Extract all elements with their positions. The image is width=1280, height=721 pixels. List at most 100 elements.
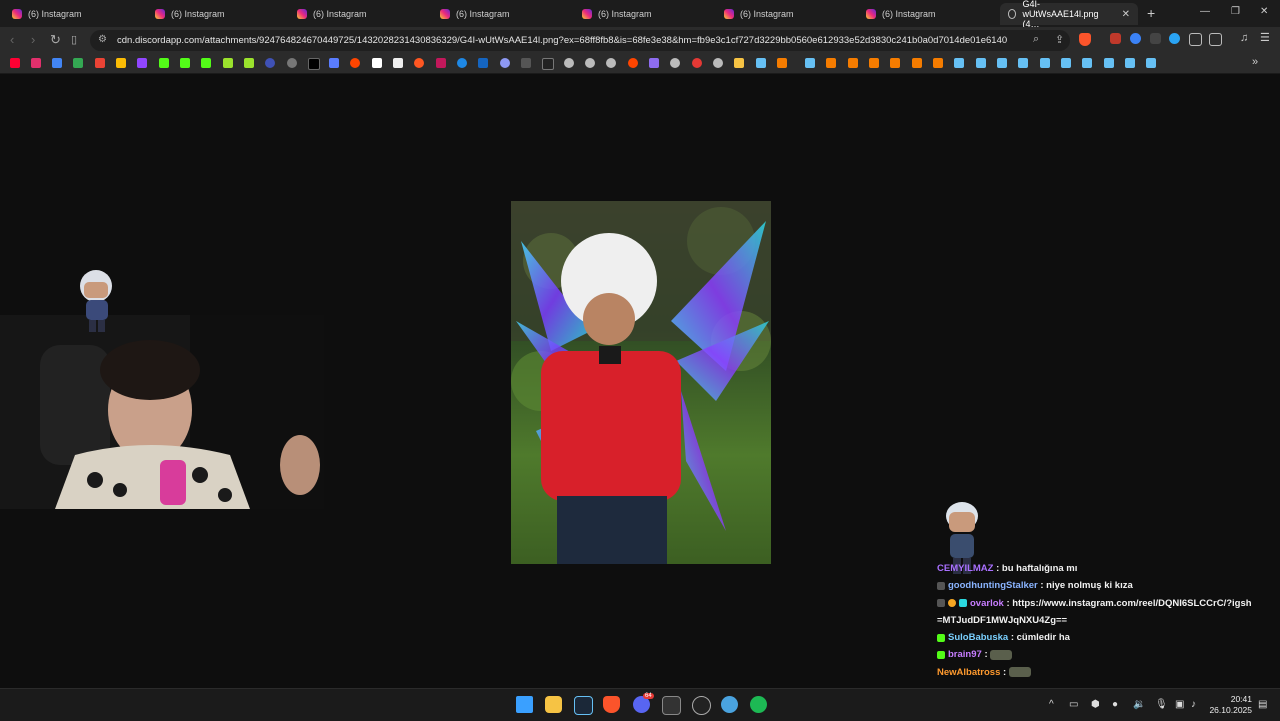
microphone-icon[interactable]: 🎙: [1155, 699, 1168, 710]
close-window-button[interactable]: ✕: [1260, 6, 1268, 17]
tab-image-active[interactable]: G4I-wUtWsAAE14l.png (4… ✕: [1000, 0, 1138, 29]
steam-icon[interactable]: [1104, 58, 1114, 68]
bookmark-icon[interactable]: [265, 58, 275, 68]
extension-icon[interactable]: [1130, 33, 1141, 44]
brave-shields-icon[interactable]: [1079, 33, 1091, 46]
tab-instagram-3[interactable]: (6) Instagram: [297, 3, 367, 25]
bookmark-icon[interactable]: [329, 58, 339, 68]
media-icon[interactable]: ♫: [1240, 32, 1251, 44]
bookmark-icon[interactable]: [52, 58, 62, 68]
maximize-button[interactable]: ❐: [1231, 6, 1240, 17]
bookmark-icon[interactable]: [912, 58, 922, 68]
back-button[interactable]: ‹: [10, 32, 14, 47]
address-bar[interactable]: ⚙ cdn.discordapp.com/attachments/9247648…: [90, 30, 1070, 51]
bookmark-icon[interactable]: [521, 58, 531, 68]
instagram-icon[interactable]: [31, 58, 41, 68]
tab-instagram-6[interactable]: (6) Instagram: [724, 3, 794, 25]
site-settings-icon[interactable]: ⚙: [98, 34, 107, 45]
bookmark-icon[interactable]: [869, 58, 879, 68]
speaker-icon[interactable]: 🔉: [1133, 699, 1145, 710]
file-explorer-icon[interactable]: [545, 696, 562, 713]
new-tab-button[interactable]: +: [1147, 5, 1155, 21]
bookmark-icon[interactable]: [478, 58, 488, 68]
bookmark-icon[interactable]: [393, 58, 403, 68]
zoom-icon[interactable]: ⌕: [1033, 33, 1039, 46]
globe-icon[interactable]: [713, 58, 723, 68]
bookmark-icon[interactable]: [500, 58, 510, 68]
youtube-icon[interactable]: [10, 58, 20, 68]
system-clock[interactable]: 20:41 26.10.2025: [1208, 694, 1252, 716]
bookmark-icon[interactable]: [244, 58, 254, 68]
bookmark-icon[interactable]: [414, 58, 424, 68]
steam-icon[interactable]: [756, 58, 766, 68]
globe-icon[interactable]: [606, 58, 616, 68]
steam-icon[interactable]: [1040, 58, 1050, 68]
steam-icon[interactable]: [1018, 58, 1028, 68]
steam-icon[interactable]: [1125, 58, 1135, 68]
network-icon[interactable]: ▣: [1175, 699, 1184, 710]
bookmark-icon[interactable]: [933, 58, 943, 68]
extension-icon[interactable]: [1169, 33, 1180, 44]
sidebar-icon[interactable]: [1209, 33, 1222, 46]
bookmark-icon[interactable]: [890, 58, 900, 68]
steam-icon[interactable]: [954, 58, 964, 68]
ublock-icon[interactable]: [1110, 33, 1121, 44]
steam-icon[interactable]: [805, 58, 815, 68]
steam-icon[interactable]: [574, 696, 593, 715]
steam-icon[interactable]: [1082, 58, 1092, 68]
close-tab-icon[interactable]: ✕: [1122, 9, 1130, 20]
reddit-icon[interactable]: [628, 58, 638, 68]
obs-icon[interactable]: [692, 696, 711, 715]
globe-icon[interactable]: [670, 58, 680, 68]
tab-instagram-7[interactable]: (6) Instagram: [866, 3, 936, 25]
steam-icon[interactable]: [1061, 58, 1071, 68]
steam-tray-icon[interactable]: ●: [1112, 699, 1118, 710]
bookmark-icon[interactable]: [287, 58, 297, 68]
bookmark-icon[interactable]: [848, 58, 858, 68]
bookmark-icon[interactable]: [223, 58, 233, 68]
bookmark-icon[interactable]: [649, 58, 659, 68]
tab-instagram-5[interactable]: (6) Instagram: [582, 3, 652, 25]
app-icon[interactable]: [721, 696, 738, 713]
globe-icon[interactable]: [585, 58, 595, 68]
tray-icon[interactable]: ▭: [1069, 699, 1078, 710]
drive-icon[interactable]: [116, 58, 126, 68]
kick-icon[interactable]: [159, 58, 169, 68]
tray-icon[interactable]: ⬢: [1091, 699, 1100, 710]
more-bookmarks-icon[interactable]: »: [1252, 56, 1258, 68]
bookmark-icon[interactable]: [777, 58, 787, 68]
tab-instagram-2[interactable]: (6) Instagram: [155, 3, 225, 25]
globe-icon[interactable]: [564, 58, 574, 68]
extension-icon[interactable]: [1150, 33, 1161, 44]
reddit-icon[interactable]: [350, 58, 360, 68]
reload-button[interactable]: ↻: [50, 32, 61, 48]
bookmark-icon[interactable]: [826, 58, 836, 68]
steam-icon[interactable]: [976, 58, 986, 68]
share-icon[interactable]: ⇪: [1055, 33, 1064, 46]
x-icon[interactable]: [308, 58, 320, 70]
bookmark-icon[interactable]: [542, 58, 554, 70]
bookmark-icon[interactable]: [73, 58, 83, 68]
tab-instagram-1[interactable]: (6) Instagram: [12, 3, 82, 25]
brave-icon[interactable]: [603, 696, 620, 713]
twitch-icon[interactable]: [137, 58, 147, 68]
bookmark-icon[interactable]: [372, 58, 382, 68]
folder-icon[interactable]: [734, 58, 744, 68]
minimize-button[interactable]: —: [1200, 6, 1210, 17]
steam-icon[interactable]: [1146, 58, 1156, 68]
kick-icon[interactable]: [180, 58, 190, 68]
steam-icon[interactable]: [997, 58, 1007, 68]
gmail-icon[interactable]: [95, 58, 105, 68]
bookmark-icon[interactable]: [692, 58, 702, 68]
volume-icon[interactable]: ♪: [1191, 699, 1196, 710]
bookmark-icon[interactable]: ▯: [71, 33, 77, 46]
app-icon[interactable]: [662, 696, 681, 715]
notification-icon[interactable]: ▤: [1258, 699, 1267, 710]
kick-icon[interactable]: [201, 58, 211, 68]
url-text[interactable]: cdn.discordapp.com/attachments/924764824…: [117, 35, 1007, 46]
menu-icon[interactable]: ☰: [1260, 31, 1271, 44]
puzzle-icon[interactable]: [1189, 33, 1202, 46]
forward-button[interactable]: ›: [31, 32, 35, 47]
bookmark-icon[interactable]: [436, 58, 446, 68]
spotify-icon[interactable]: [750, 696, 767, 713]
